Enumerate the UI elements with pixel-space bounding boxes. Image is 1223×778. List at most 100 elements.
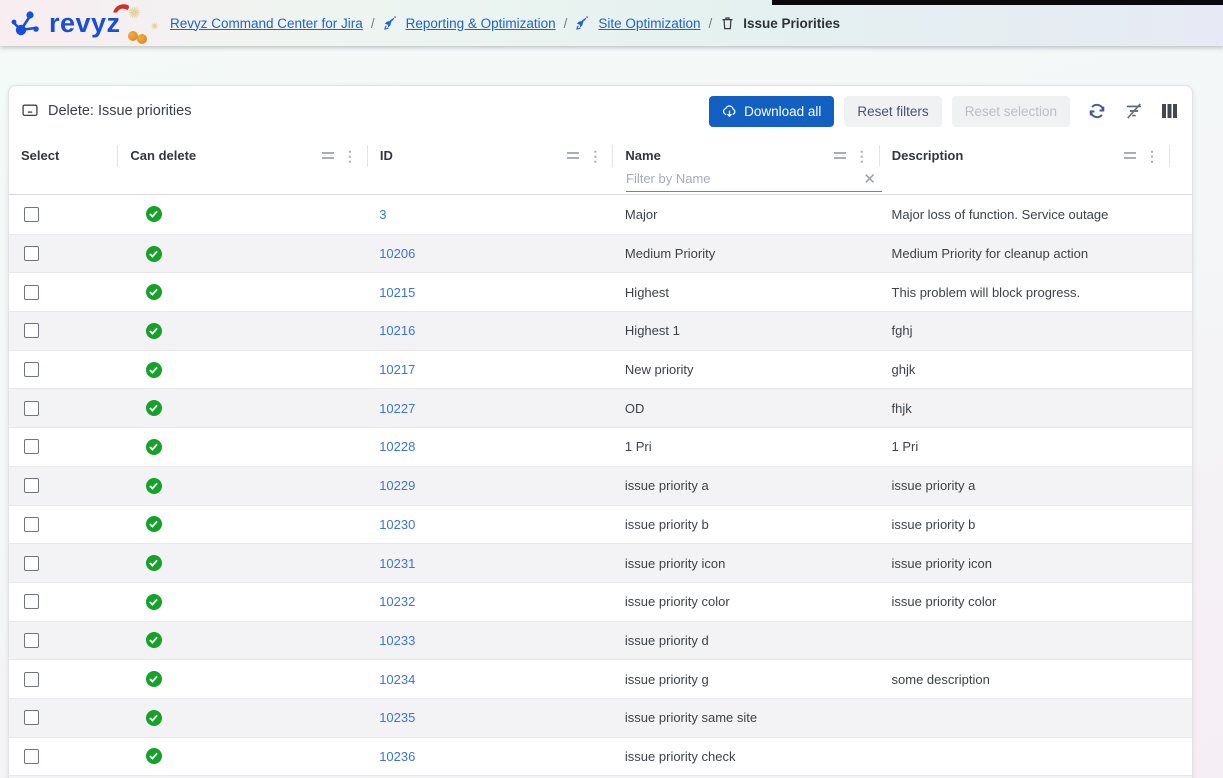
- column-menu-icon[interactable]: ⋮: [1145, 151, 1159, 161]
- column-label: ID: [380, 148, 393, 163]
- table-row: 10235 issue priority same site: [9, 698, 1192, 737]
- column-header-can-delete[interactable]: Can delete ⋮: [117, 145, 366, 167]
- row-checkbox[interactable]: [24, 556, 39, 571]
- row-description: issue priority a: [880, 478, 1170, 493]
- row-id-link[interactable]: 3: [379, 207, 386, 222]
- row-description: fhjk: [880, 401, 1170, 416]
- row-name: OD: [613, 401, 880, 416]
- trash-icon: [720, 15, 735, 31]
- row-name: issue priority same site: [613, 710, 880, 725]
- can-delete-check-icon: [146, 748, 162, 764]
- row-name: issue priority icon: [613, 556, 880, 571]
- panel-toolbar: Delete: Issue priorities Download all Re…: [9, 86, 1192, 136]
- row-name: Highest 1: [613, 323, 880, 338]
- row-id-link[interactable]: 10206: [379, 246, 415, 261]
- column-header-description[interactable]: Description ⋮: [879, 145, 1169, 167]
- breadcrumb-current-page: Issue Priorities: [743, 16, 840, 31]
- name-filter-input[interactable]: [626, 171, 857, 186]
- column-resize-icon[interactable]: [567, 152, 579, 159]
- row-description: issue priority b: [880, 517, 1170, 532]
- can-delete-check-icon: [146, 400, 162, 416]
- row-id-link[interactable]: 10228: [379, 439, 415, 454]
- row-checkbox[interactable]: [24, 285, 39, 300]
- app-logo[interactable]: revyz ✺ ✷: [10, 0, 162, 46]
- table-body: 3 Major Major loss of function. Service …: [9, 195, 1192, 778]
- row-description: fghj: [880, 323, 1170, 338]
- breadcrumb-link-reporting-optimization[interactable]: Reporting & Optimization: [406, 16, 556, 31]
- table-header: Select Can delete ⋮ ID ⋮ Name: [9, 136, 1192, 195]
- row-checkbox[interactable]: [24, 246, 39, 261]
- breadcrumb-link-command-center[interactable]: Revyz Command Center for Jira: [170, 16, 363, 31]
- refresh-icon[interactable]: [1087, 101, 1107, 121]
- row-id-link[interactable]: 10233: [379, 633, 415, 648]
- firework-decoration-icon: ✷: [150, 20, 159, 33]
- table-row: 10230 issue priority b issue priority b: [9, 505, 1192, 544]
- row-id-link[interactable]: 10231: [379, 556, 415, 571]
- table-row: 10206 Medium Priority Medium Priority fo…: [9, 234, 1192, 273]
- row-name: Medium Priority: [613, 246, 880, 261]
- row-name: issue priority g: [613, 672, 880, 687]
- column-label: Name: [625, 148, 660, 163]
- reset-filters-button[interactable]: Reset filters: [844, 96, 941, 127]
- table-row: 10234 issue priority g some description: [9, 659, 1192, 698]
- row-checkbox[interactable]: [24, 517, 39, 532]
- molecule-logo-icon: [10, 5, 46, 41]
- row-id-link[interactable]: 10227: [379, 401, 415, 416]
- row-checkbox[interactable]: [24, 401, 39, 416]
- can-delete-check-icon: [146, 362, 162, 378]
- can-delete-check-icon: [146, 478, 162, 494]
- row-description: issue priority color: [880, 594, 1170, 609]
- row-id-link[interactable]: 10236: [379, 749, 415, 764]
- row-id-link[interactable]: 10216: [379, 323, 415, 338]
- row-checkbox[interactable]: [24, 207, 39, 222]
- column-header-name[interactable]: Name ⋮: [612, 145, 878, 167]
- filter-off-icon[interactable]: [1124, 101, 1144, 121]
- column-resize-icon[interactable]: [834, 152, 846, 159]
- can-delete-check-icon: [146, 206, 162, 222]
- row-name: 1 Pri: [613, 439, 880, 454]
- column-header-id[interactable]: ID ⋮: [367, 145, 613, 167]
- breadcrumb-link-site-optimization[interactable]: Site Optimization: [598, 16, 700, 31]
- row-id-link[interactable]: 10230: [379, 517, 415, 532]
- row-name: issue priority d: [613, 633, 880, 648]
- clear-filter-icon[interactable]: ✕: [857, 170, 882, 188]
- column-resize-icon[interactable]: [1124, 152, 1136, 159]
- row-checkbox[interactable]: [24, 594, 39, 609]
- column-menu-icon[interactable]: ⋮: [343, 151, 357, 161]
- row-name: issue priority check: [613, 749, 880, 764]
- top-edge-strip: [772, 0, 1223, 5]
- row-checkbox[interactable]: [24, 362, 39, 377]
- table-row: 10215 Highest This problem will block pr…: [9, 272, 1192, 311]
- reset-selection-button[interactable]: Reset selection: [952, 96, 1070, 127]
- row-id-link[interactable]: 10235: [379, 710, 415, 725]
- columns-icon[interactable]: [1161, 103, 1178, 119]
- row-description: some description: [880, 672, 1170, 687]
- row-id-link[interactable]: 10232: [379, 594, 415, 609]
- row-id-link[interactable]: 10229: [379, 478, 415, 493]
- row-id-link[interactable]: 10217: [379, 362, 415, 377]
- row-checkbox[interactable]: [24, 672, 39, 687]
- column-label: Select: [21, 148, 59, 163]
- row-checkbox[interactable]: [24, 323, 39, 338]
- row-checkbox[interactable]: [24, 749, 39, 764]
- download-all-button[interactable]: Download all: [709, 96, 834, 127]
- column-label: Can delete: [130, 148, 196, 163]
- can-delete-check-icon: [146, 516, 162, 532]
- can-delete-check-icon: [146, 671, 162, 687]
- row-id-link[interactable]: 10215: [379, 285, 415, 300]
- column-header-select: Select: [9, 145, 117, 167]
- row-name: issue priority color: [613, 594, 880, 609]
- name-filter: ✕: [626, 166, 882, 192]
- cloud-download-icon: [722, 104, 737, 119]
- column-resize-icon[interactable]: [322, 152, 334, 159]
- tangerine-decoration-icon: [137, 34, 147, 44]
- row-name: issue priority b: [613, 517, 880, 532]
- column-menu-icon[interactable]: ⋮: [588, 151, 602, 161]
- rocket-icon: [383, 16, 398, 31]
- row-checkbox[interactable]: [24, 633, 39, 648]
- row-checkbox[interactable]: [24, 439, 39, 454]
- row-checkbox[interactable]: [24, 710, 39, 725]
- column-menu-icon[interactable]: ⋮: [855, 151, 869, 161]
- row-checkbox[interactable]: [24, 478, 39, 493]
- row-id-link[interactable]: 10234: [379, 672, 415, 687]
